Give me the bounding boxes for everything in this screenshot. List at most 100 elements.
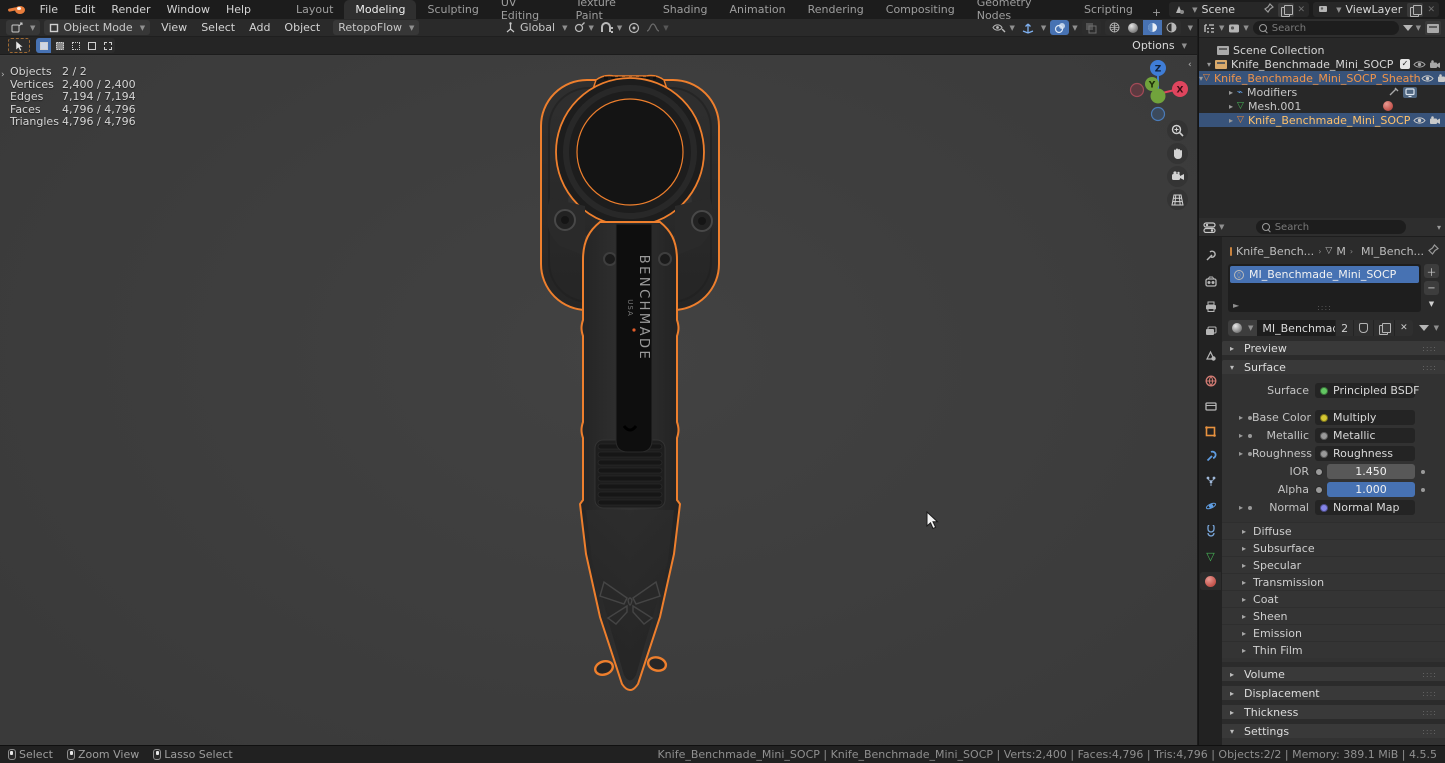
outliner-row-modifiers[interactable]: ▸ ⌁ Modifiers bbox=[1199, 85, 1445, 99]
hide-eye-icon[interactable] bbox=[1413, 116, 1426, 125]
tab-modifiers[interactable] bbox=[1200, 447, 1221, 465]
tab-rendering[interactable]: Rendering bbox=[797, 0, 875, 19]
surface-shader-field[interactable]: Principled BSDF bbox=[1315, 383, 1415, 398]
perspective-toggle-button[interactable] bbox=[1167, 189, 1188, 210]
outliner-filter-funnel[interactable]: ▼ bbox=[1403, 24, 1421, 32]
hide-eye-icon[interactable] bbox=[1421, 74, 1434, 83]
proportional-falloff-dropdown[interactable]: ▼ bbox=[646, 22, 668, 33]
chevron-right-icon[interactable]: ▸ bbox=[1229, 102, 1233, 111]
outliner-row-collection[interactable]: ▾ Knife_Benchmade_Mini_SOCP ✓ bbox=[1199, 57, 1445, 71]
add-workspace-button[interactable]: + bbox=[1144, 6, 1169, 19]
tab-sculpting[interactable]: Sculpting bbox=[416, 0, 489, 19]
normal-field[interactable]: Normal Map bbox=[1315, 500, 1415, 515]
panel-grip-icon[interactable]: :::: bbox=[1422, 708, 1437, 717]
tab-constraints[interactable] bbox=[1200, 522, 1221, 540]
panel-surface[interactable]: ▾ Surface :::: bbox=[1222, 360, 1445, 374]
zoom-view-button[interactable] bbox=[1167, 120, 1188, 141]
menu-edit[interactable]: Edit bbox=[66, 0, 103, 19]
material-name-field[interactable]: MI_Benchmade_Mini_SO... bbox=[1257, 320, 1335, 336]
outliner-filter-dropdown[interactable]: ▼ bbox=[1228, 23, 1248, 34]
remove-material-slot-button[interactable]: − bbox=[1424, 281, 1439, 295]
hide-eye-icon[interactable] bbox=[1413, 60, 1426, 69]
proportional-editing-toggle[interactable] bbox=[628, 22, 640, 34]
move-view-button[interactable] bbox=[1167, 143, 1188, 164]
tab-collection[interactable] bbox=[1200, 397, 1221, 415]
tab-texture-paint[interactable]: Texture Paint bbox=[565, 0, 652, 19]
menu-window[interactable]: Window bbox=[159, 0, 218, 19]
browse-material-button[interactable]: ▼ bbox=[1228, 320, 1257, 336]
mode-dropdown[interactable]: Object Mode ▼ bbox=[44, 20, 150, 35]
menu-object[interactable]: Object bbox=[277, 21, 327, 34]
tab-physics[interactable] bbox=[1200, 497, 1221, 515]
panel-displacement[interactable]: ▸ Displacement :::: bbox=[1222, 686, 1445, 700]
properties-editor-dropdown[interactable]: ▼ bbox=[1203, 222, 1224, 233]
properties-search[interactable] bbox=[1256, 220, 1406, 234]
outliner-row-sheath-object[interactable]: ▾ ▽ Knife_Benchmade_Mini_SOCP_Sheath bbox=[1199, 71, 1445, 85]
material-filter-dropdown[interactable]: ▼ bbox=[1419, 324, 1439, 332]
shading-solid-button[interactable] bbox=[1124, 20, 1143, 35]
panel-volume[interactable]: ▸ Volume :::: bbox=[1222, 667, 1445, 681]
new-view-layer-button[interactable] bbox=[1407, 3, 1423, 17]
retopoflow-menu[interactable]: RetopoFlow ▼ bbox=[333, 20, 419, 35]
subpanel-subsurface[interactable]: ▸Subsurface bbox=[1222, 539, 1445, 556]
panel-preview[interactable]: ▸ Preview :::: bbox=[1222, 341, 1445, 355]
blender-logo-icon[interactable] bbox=[8, 4, 25, 16]
subpanel-coat[interactable]: ▸Coat bbox=[1222, 590, 1445, 607]
chevron-right-icon[interactable]: ▸ bbox=[1239, 413, 1243, 422]
shading-rendered-button[interactable] bbox=[1162, 20, 1181, 35]
breadcrumb-object[interactable]: Knife_Bench... bbox=[1236, 245, 1314, 258]
material-slot-list[interactable]: MI_Benchmade_Mini_SOCP ► :::: bbox=[1228, 264, 1421, 312]
fake-user-button[interactable] bbox=[1353, 320, 1373, 336]
tab-world[interactable] bbox=[1200, 372, 1221, 390]
tab-material[interactable] bbox=[1200, 572, 1221, 590]
show-overlays-toggle[interactable] bbox=[1050, 20, 1069, 35]
tab-object[interactable] bbox=[1200, 422, 1221, 440]
navigation-gizmo[interactable]: Z X Y bbox=[1120, 56, 1196, 186]
orientation-dropdown[interactable]: Global ▼ bbox=[505, 21, 567, 34]
ior-slider[interactable]: 1.450 bbox=[1327, 464, 1415, 479]
view-layer-selector[interactable]: ▼ ViewLayer ✕ bbox=[1313, 2, 1439, 17]
subpanel-emission[interactable]: ▸Emission bbox=[1222, 624, 1445, 641]
menu-file[interactable]: File bbox=[32, 0, 66, 19]
chevron-right-icon[interactable]: ▸ bbox=[1239, 503, 1243, 512]
tab-compositing[interactable]: Compositing bbox=[875, 0, 966, 19]
panel-grip-icon[interactable]: :::: bbox=[1422, 727, 1437, 736]
panel-settings[interactable]: ▾ Settings :::: bbox=[1222, 724, 1445, 738]
pin-icon[interactable] bbox=[1428, 244, 1439, 258]
new-collection-button[interactable] bbox=[1425, 21, 1441, 35]
base-color-field[interactable]: Multiply bbox=[1315, 410, 1415, 425]
snap-toggle[interactable]: ▼ bbox=[600, 22, 622, 34]
subpanel-specular[interactable]: ▸Specular bbox=[1222, 556, 1445, 573]
modifier-render-icon[interactable] bbox=[1388, 87, 1400, 97]
list-resize-grip[interactable]: :::: bbox=[1317, 303, 1332, 312]
panel-grip-icon[interactable]: :::: bbox=[1422, 670, 1437, 679]
chevron-down-icon[interactable]: ▾ bbox=[1207, 60, 1211, 69]
menu-view[interactable]: View bbox=[154, 21, 194, 34]
chevron-right-icon[interactable]: ▸ bbox=[1229, 116, 1233, 125]
outliner-row-mesh-data[interactable]: ▸ ▽ Mesh.001 bbox=[1199, 99, 1445, 113]
scene-selector[interactable]: ▼ Scene ✕ bbox=[1169, 2, 1309, 17]
subpanel-sheen[interactable]: ▸Sheen bbox=[1222, 607, 1445, 624]
camera-view-button[interactable] bbox=[1167, 166, 1188, 187]
select-invert-button[interactable] bbox=[84, 38, 99, 53]
shading-wireframe-button[interactable] bbox=[1105, 20, 1124, 35]
tab-shading[interactable]: Shading bbox=[652, 0, 719, 19]
xray-toggle[interactable] bbox=[1082, 20, 1101, 35]
viewport-canvas[interactable]: › ‹ Objects2 / 2 Vertices2,400 / 2,400 E… bbox=[0, 56, 1197, 745]
subpanel-thin-film[interactable]: ▸Thin Film bbox=[1222, 641, 1445, 658]
tab-object-data[interactable]: ▽ bbox=[1200, 547, 1221, 565]
outliner-search-input[interactable] bbox=[1272, 23, 1393, 34]
subpanel-transmission[interactable]: ▸Transmission bbox=[1222, 573, 1445, 590]
menu-render[interactable]: Render bbox=[103, 0, 158, 19]
tab-particles[interactable] bbox=[1200, 472, 1221, 490]
tab-tool[interactable] bbox=[1200, 247, 1221, 265]
material-users-count[interactable]: 2 bbox=[1335, 320, 1353, 336]
outliner-row-active-object[interactable]: ▸ ▽ Knife_Benchmade_Mini_SOCP bbox=[1199, 113, 1445, 127]
snap-target-dropdown[interactable]: ▼ bbox=[573, 22, 593, 34]
tab-layout[interactable]: Layout bbox=[285, 0, 344, 19]
new-scene-button[interactable] bbox=[1278, 3, 1294, 17]
tab-geometry-nodes[interactable]: Geometry Nodes bbox=[966, 0, 1073, 19]
outliner-row-scene-collection[interactable]: Scene Collection bbox=[1199, 43, 1445, 57]
properties-search-input[interactable] bbox=[1275, 222, 1400, 233]
visibility-dropdown[interactable]: ▼ bbox=[992, 22, 1014, 33]
